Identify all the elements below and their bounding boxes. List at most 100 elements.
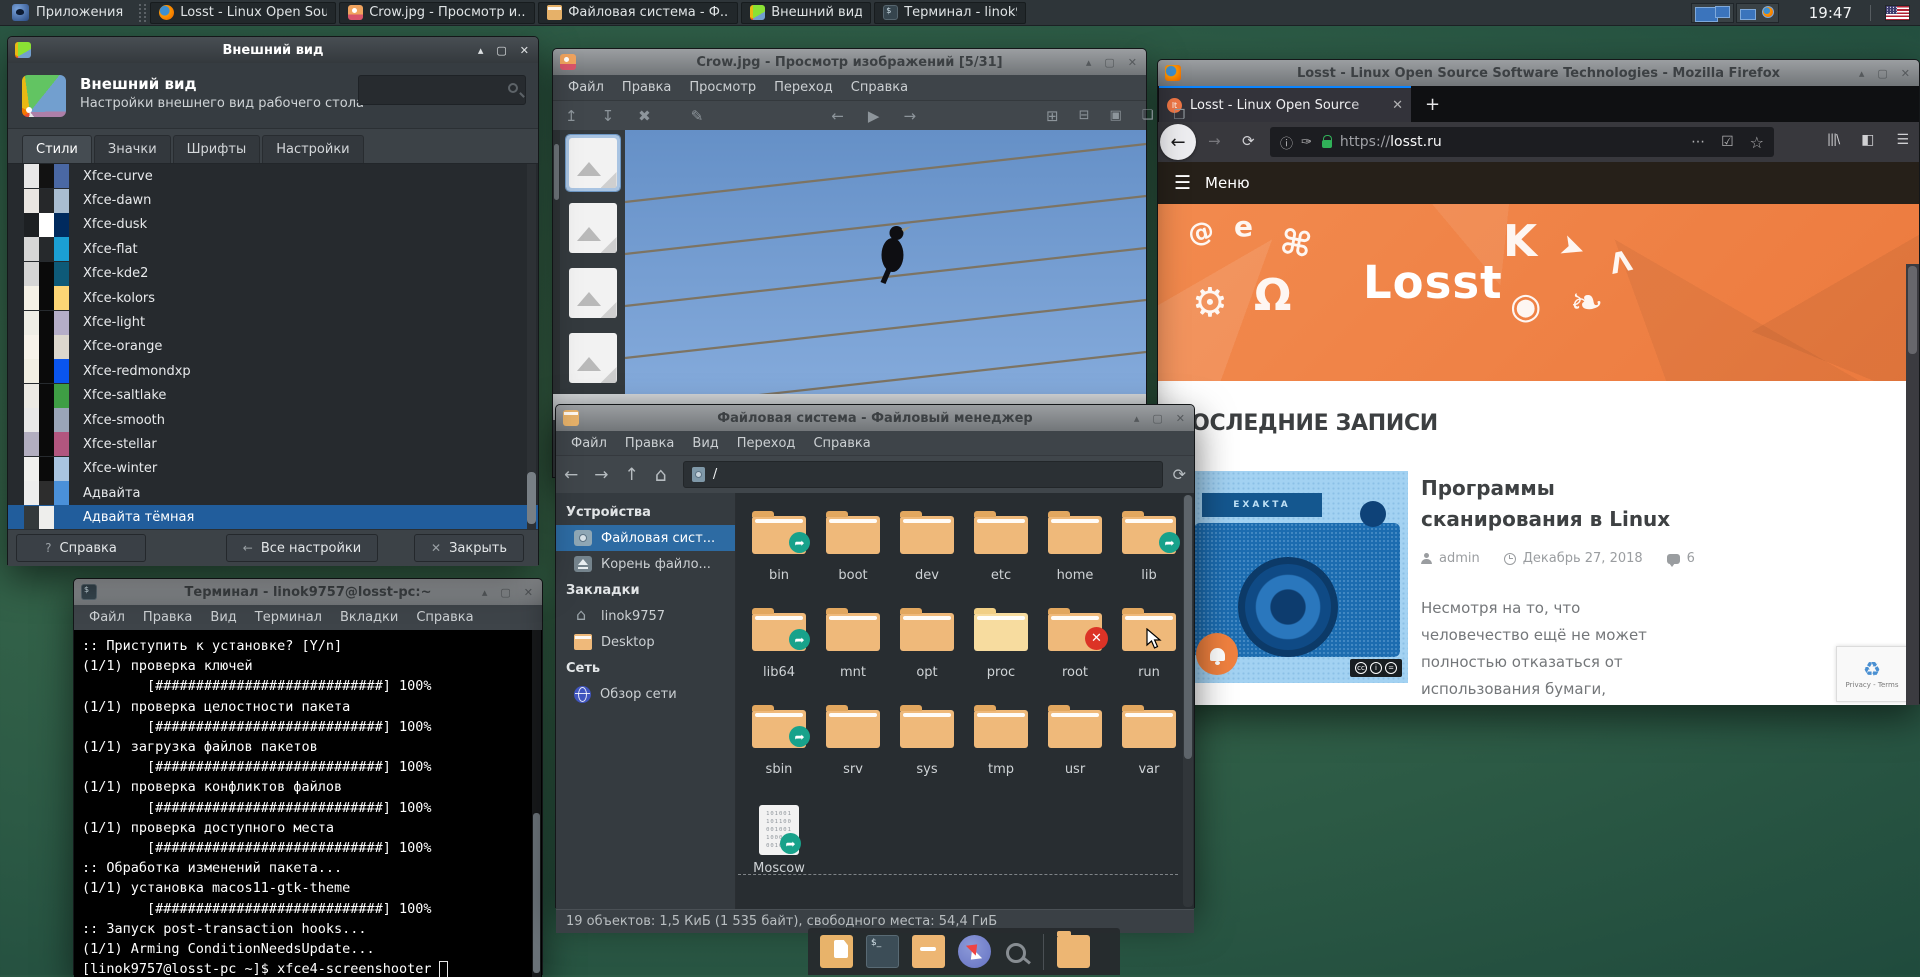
file-manager-titlebar[interactable]: Файловая система - Файловый менеджер ▴ ▢… bbox=[556, 405, 1194, 431]
folder-item[interactable]: ➦ ✕ srv bbox=[816, 704, 890, 801]
site-hamburger-icon[interactable]: ☰ bbox=[1174, 172, 1191, 194]
menu-item[interactable]: Файл bbox=[559, 75, 613, 100]
tab-close-icon[interactable]: ✕ bbox=[1392, 98, 1403, 113]
viewer-toolbar-icon[interactable]: ← bbox=[831, 107, 844, 125]
viewer-toolbar-icon[interactable]: ▣ bbox=[1110, 108, 1122, 123]
sidebar-item[interactable]: Сеть bbox=[556, 655, 735, 681]
page-scrollbar[interactable] bbox=[1906, 264, 1919, 705]
applications-menu-button[interactable]: Приложения bbox=[0, 0, 135, 25]
appearance-tab[interactable]: Стили bbox=[22, 135, 92, 163]
menu-item[interactable]: Файл bbox=[80, 605, 134, 630]
menu-item[interactable]: Справка bbox=[842, 75, 917, 100]
pocket-shield-icon[interactable]: ☑ bbox=[1721, 134, 1734, 150]
search-input[interactable] bbox=[358, 75, 526, 105]
site-menu-label[interactable]: Меню bbox=[1205, 174, 1250, 192]
help-button[interactable]: ? Справка bbox=[16, 534, 146, 562]
theme-list[interactable]: Xfce-curve Xfce-dawn Xfce-dusk Xfce-flat… bbox=[8, 163, 538, 529]
theme-list-item[interactable]: Xfce-redmondxp bbox=[8, 359, 538, 383]
panel-clock[interactable]: 19:47 bbox=[1809, 4, 1852, 22]
article-comments-count[interactable]: 6 bbox=[1687, 551, 1695, 566]
theme-list-item[interactable]: Xfce-smooth bbox=[8, 408, 538, 432]
menu-item[interactable]: Вкладки bbox=[331, 605, 407, 630]
appearance-tab[interactable]: Шрифты bbox=[173, 135, 261, 163]
viewer-titlebar[interactable]: Crow.jpg - Просмотр изображений [5/31] ▴… bbox=[553, 49, 1146, 75]
taskbar-button[interactable]: Терминал - linok9757... bbox=[874, 2, 1026, 24]
viewer-toolbar-icon[interactable]: ❏ bbox=[1142, 108, 1154, 123]
terminal-output[interactable]: :: Приступить к установке? [Y/n](1/1) пр… bbox=[74, 630, 542, 977]
https-lock-icon[interactable] bbox=[1322, 140, 1332, 148]
theme-list-item[interactable]: Xfce-kde2 bbox=[8, 262, 538, 286]
article-image[interactable]: EXAKTA cci= bbox=[1186, 471, 1408, 683]
taskbar-button[interactable]: Losst - Linux Open Sour... bbox=[150, 2, 336, 24]
viewer-toolbar-icon[interactable]: → bbox=[903, 107, 916, 125]
refresh-icon[interactable]: ⟳ bbox=[1173, 465, 1186, 484]
folder-item[interactable]: ➦ ✕ lib64 bbox=[742, 607, 816, 704]
folder-item[interactable]: ➦ ✕ mnt bbox=[816, 607, 890, 704]
maximize-button[interactable]: ▢ bbox=[1152, 412, 1162, 425]
theme-list-item[interactable]: Xfce-kolors bbox=[8, 286, 538, 310]
sidebar-item[interactable]: Обзор сети bbox=[556, 681, 735, 707]
appearance-tab[interactable]: Настройки bbox=[262, 135, 363, 163]
shade-button[interactable]: ▴ bbox=[1086, 56, 1092, 69]
theme-list-item[interactable]: Xfce-dawn bbox=[8, 188, 538, 212]
folder-item[interactable]: ➦ ✕ sys bbox=[890, 704, 964, 801]
close-button[interactable]: ✕ bbox=[1901, 67, 1910, 80]
folder-item[interactable]: ➦ ✕ boot bbox=[816, 510, 890, 607]
dock-icon[interactable] bbox=[820, 935, 853, 968]
bookmark-star-icon[interactable]: ☆ bbox=[1750, 133, 1764, 152]
terminal-scrollbar[interactable] bbox=[532, 630, 541, 977]
theme-list-item[interactable]: Xfce-winter bbox=[8, 457, 538, 481]
shade-button[interactable]: ▴ bbox=[1859, 67, 1865, 80]
shade-button[interactable]: ▴ bbox=[478, 44, 484, 57]
theme-list-item[interactable]: Xfce-orange bbox=[8, 335, 538, 359]
theme-list-item[interactable]: Xfce-light bbox=[8, 310, 538, 334]
theme-list-item[interactable]: Xfce-dusk bbox=[8, 213, 538, 237]
menu-item[interactable]: Правка bbox=[616, 431, 683, 456]
folder-view[interactable]: ➦ ✕ bin ➦ ✕ boot ➦ ✕ dev ➦ ✕ etc ➦ ✕ hom… bbox=[736, 493, 1194, 909]
page-actions-icon[interactable]: ⋯ bbox=[1691, 134, 1705, 150]
menu-item[interactable]: Вид bbox=[683, 431, 727, 456]
shade-button[interactable]: ▴ bbox=[482, 586, 488, 599]
sidebar-item[interactable]: linok9757 bbox=[556, 603, 735, 629]
theme-list-item[interactable]: Xfce-curve bbox=[8, 164, 538, 188]
folder-item[interactable]: ➦ ✕ tmp bbox=[964, 704, 1038, 801]
all-settings-button[interactable]: ← Все настройки bbox=[226, 534, 378, 562]
terminal-scrollbar-thumb[interactable] bbox=[533, 813, 540, 973]
forward-button[interactable]: → bbox=[594, 465, 608, 485]
close-button[interactable]: ✕ bbox=[1176, 412, 1185, 425]
sidebar-item[interactable]: Корень файло... bbox=[556, 551, 735, 577]
maximize-button[interactable]: ▢ bbox=[496, 44, 506, 57]
subscribe-bell-icon[interactable] bbox=[1196, 633, 1238, 675]
maximize-button[interactable]: ▢ bbox=[500, 586, 510, 599]
keyboard-layout-flag-icon[interactable] bbox=[1885, 5, 1910, 21]
path-bar[interactable]: / bbox=[683, 461, 1163, 488]
menu-item[interactable]: Вид bbox=[201, 605, 245, 630]
dock-icon[interactable] bbox=[1004, 939, 1030, 965]
article-title-link[interactable]: Программы сканирования в Linux bbox=[1421, 473, 1671, 535]
close-button[interactable]: ✕ bbox=[520, 44, 529, 57]
sidebar-toggle-icon[interactable]: ◧ bbox=[1861, 132, 1874, 148]
viewer-toolbar-icon[interactable]: ⊞ bbox=[1046, 107, 1059, 125]
maximize-button[interactable]: ▢ bbox=[1104, 56, 1114, 69]
menu-item[interactable]: Правка bbox=[613, 75, 680, 100]
article-author[interactable]: admin bbox=[1439, 551, 1480, 566]
sidebar-item[interactable]: Desktop bbox=[556, 629, 735, 655]
up-button[interactable]: ↑ bbox=[625, 465, 639, 485]
back-button[interactable]: ← bbox=[564, 465, 578, 485]
image-thumbnail[interactable] bbox=[566, 265, 620, 321]
viewer-toolbar-icon[interactable]: ▶ bbox=[868, 107, 880, 125]
folder-view-scrollbar[interactable] bbox=[1183, 495, 1193, 907]
viewer-toolbar-icon[interactable]: ↥ bbox=[565, 107, 578, 125]
thumbnail-scrollbar-thumb[interactable] bbox=[554, 144, 559, 200]
terminal-titlebar[interactable]: Терминал - linok9757@losst-pc:~ ▴ ▢ ✕ bbox=[74, 579, 542, 605]
workspace-1[interactable] bbox=[1691, 3, 1734, 23]
viewer-toolbar-icon[interactable]: ⊟ bbox=[1079, 108, 1090, 123]
menu-item[interactable]: Просмотр bbox=[680, 75, 765, 100]
menu-item[interactable]: Справка bbox=[804, 431, 879, 456]
back-button[interactable]: ← bbox=[1160, 124, 1196, 160]
taskbar-button[interactable]: Crow.jpg - Просмотр и... bbox=[339, 2, 535, 24]
taskbar-button[interactable]: Файловая система - Ф... bbox=[538, 2, 738, 24]
folder-item[interactable]: ➦ ✕ run bbox=[1112, 607, 1186, 704]
sidebar-item[interactable]: Устройства bbox=[556, 499, 735, 525]
close-button[interactable]: ✕ bbox=[1128, 56, 1137, 69]
